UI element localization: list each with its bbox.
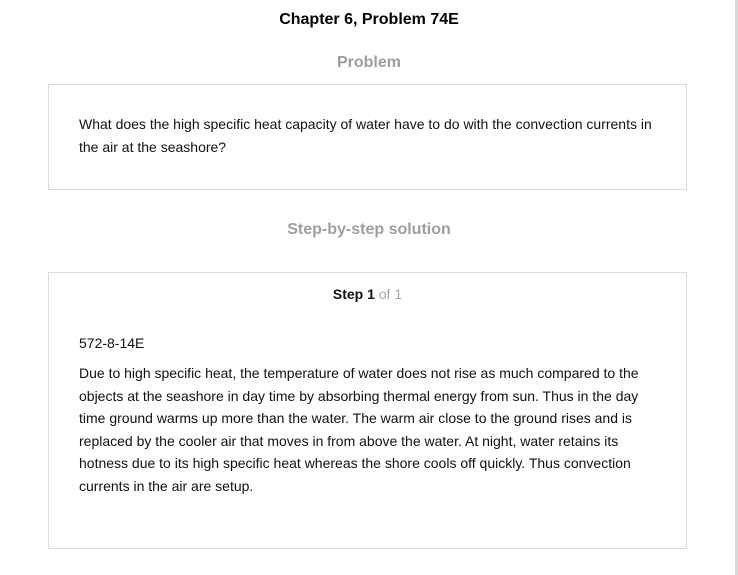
step-count: of 1 [378, 286, 403, 302]
solution-heading: Step-by-step solution [287, 221, 451, 238]
step-code: 572-8-14E [79, 335, 145, 351]
problem-heading: Problem [336, 54, 401, 71]
step-header: Step 1 of 1 [49, 286, 686, 302]
page-title: Chapter 6, Problem 74E [279, 11, 459, 28]
problem-card: What does the high specific heat capacit… [48, 84, 687, 190]
step-text: Due to high specific heat, the temperatu… [79, 365, 639, 494]
step-label: Step 1 [332, 286, 375, 302]
problem-text: What does the high specific heat capacit… [79, 116, 652, 155]
solution-card: Step 1 of 1 572-8-14E Due to high specif… [48, 272, 687, 549]
